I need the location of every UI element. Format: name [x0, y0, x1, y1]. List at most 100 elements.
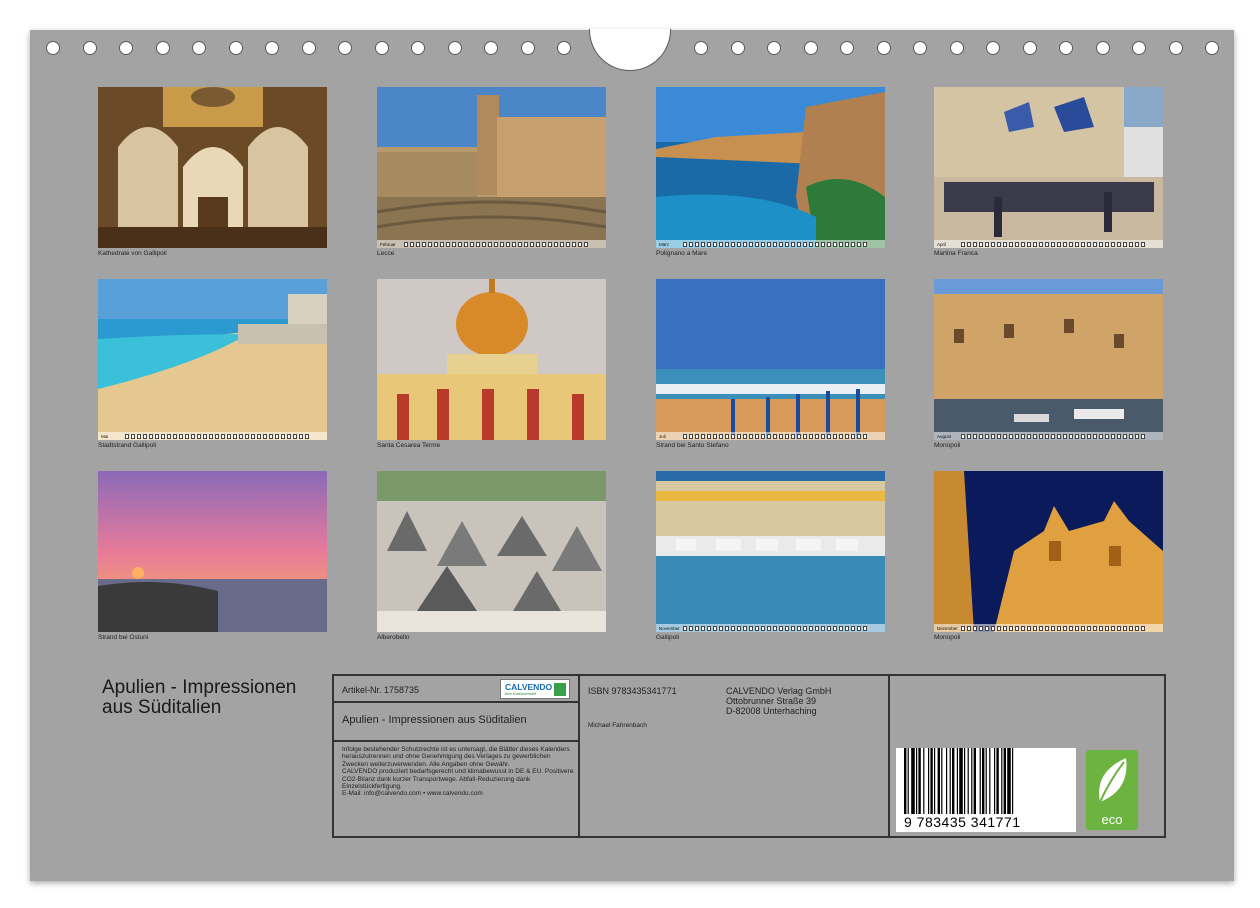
- day-box: [410, 241, 414, 247]
- day-box: [797, 625, 801, 631]
- day-box: [737, 625, 741, 631]
- day-box: [997, 433, 1001, 439]
- day-box: [767, 625, 771, 631]
- day-box: [839, 433, 843, 439]
- day-box: [851, 241, 855, 247]
- day-box: [725, 625, 729, 631]
- day-box: [743, 241, 747, 247]
- day-box: [1111, 625, 1115, 631]
- binding-hole: [876, 41, 891, 55]
- day-box: [689, 433, 693, 439]
- day-box: [737, 433, 741, 439]
- day-box: [713, 433, 717, 439]
- day-box: [518, 241, 522, 247]
- day-box: [1021, 625, 1025, 631]
- day-box: [257, 433, 261, 439]
- photo-caption: Santa Cesarea Terme: [377, 442, 441, 449]
- day-box: [785, 241, 789, 247]
- binding-hole: [155, 41, 170, 55]
- day-box: [821, 625, 825, 631]
- day-box: [845, 625, 849, 631]
- day-box: [967, 625, 971, 631]
- day-box: [833, 433, 837, 439]
- binding-hole: [46, 41, 60, 55]
- month-strip: Februar: [377, 240, 606, 248]
- day-box: [985, 625, 989, 631]
- day-box: [979, 625, 983, 631]
- month-strip: August: [934, 432, 1163, 440]
- day-box: [1057, 241, 1061, 247]
- month-label: April: [937, 241, 947, 247]
- day-box: [743, 625, 747, 631]
- day-box: [1051, 241, 1055, 247]
- day-box: [1003, 241, 1007, 247]
- day-box: [719, 241, 723, 247]
- day-box: [173, 433, 177, 439]
- day-box: [815, 241, 819, 247]
- calendar-back-cover: Kathedrale von Gallipoli Februar Lecce M…: [30, 29, 1234, 881]
- day-box: [1075, 433, 1079, 439]
- day-box: [458, 241, 462, 247]
- day-box: [1003, 625, 1007, 631]
- day-box: [713, 625, 717, 631]
- day-box: [851, 625, 855, 631]
- day-box: [269, 433, 273, 439]
- day-box: [767, 241, 771, 247]
- author: Michael Fahrenbach: [588, 722, 647, 729]
- day-box: [1009, 241, 1013, 247]
- logo-tagline: Ihre Kalenderwelt: [505, 691, 537, 696]
- binding-hole: [694, 41, 708, 55]
- eco-badge: eco: [1086, 750, 1138, 830]
- day-box: [1051, 433, 1055, 439]
- day-box: [845, 433, 849, 439]
- day-box: [440, 241, 444, 247]
- day-box: [1075, 625, 1079, 631]
- imprint-title: Apulien - Impressionen aus Süditalien: [342, 714, 527, 726]
- photo-caption: Polignano a Mare: [656, 250, 707, 257]
- divider: [888, 676, 890, 836]
- legal-notice: Infolge bestehender Schutzrechte ist es …: [342, 746, 574, 798]
- day-box: [137, 433, 141, 439]
- day-box: [1003, 433, 1007, 439]
- binding-hole: [484, 41, 498, 55]
- binding-hole: [119, 41, 133, 55]
- day-box: [1141, 241, 1145, 247]
- day-box: [584, 241, 588, 247]
- day-box: [803, 433, 807, 439]
- day-box: [809, 433, 813, 439]
- binding-hole: [1132, 41, 1146, 55]
- month-strip: März: [656, 240, 885, 248]
- binding-hole: [301, 41, 316, 55]
- binding-hole: [949, 41, 964, 55]
- day-box: [1093, 625, 1097, 631]
- day-box: [1105, 433, 1109, 439]
- publisher-street: Ottobrunner Straße 39: [726, 696, 817, 706]
- day-box: [1129, 241, 1133, 247]
- day-box: [1135, 625, 1139, 631]
- day-box: [851, 433, 855, 439]
- photo-gallipoli-harbour: November: [656, 471, 885, 632]
- photo-caption: Stadtstrand Gallipoli: [98, 442, 157, 449]
- day-box: [185, 433, 189, 439]
- day-box: [731, 241, 735, 247]
- day-box: [1033, 241, 1037, 247]
- day-box: [827, 625, 831, 631]
- day-box: [1045, 433, 1049, 439]
- day-box: [476, 241, 480, 247]
- day-box: [1129, 625, 1133, 631]
- day-box: [973, 241, 977, 247]
- day-box: [737, 241, 741, 247]
- day-box: [1117, 625, 1121, 631]
- day-box: [1099, 433, 1103, 439]
- day-box: [422, 241, 426, 247]
- day-box: [1123, 433, 1127, 439]
- day-box: [1141, 625, 1145, 631]
- day-box: [1081, 625, 1085, 631]
- photo-monopoli-night: Dezember: [934, 471, 1163, 632]
- day-box: [683, 625, 687, 631]
- day-box: [494, 241, 498, 247]
- photo-caption: Strand bei Ostuni: [98, 634, 149, 641]
- day-box: [791, 625, 795, 631]
- day-box: [1093, 433, 1097, 439]
- publisher-name: CALVENDO Verlag GmbH: [726, 686, 832, 696]
